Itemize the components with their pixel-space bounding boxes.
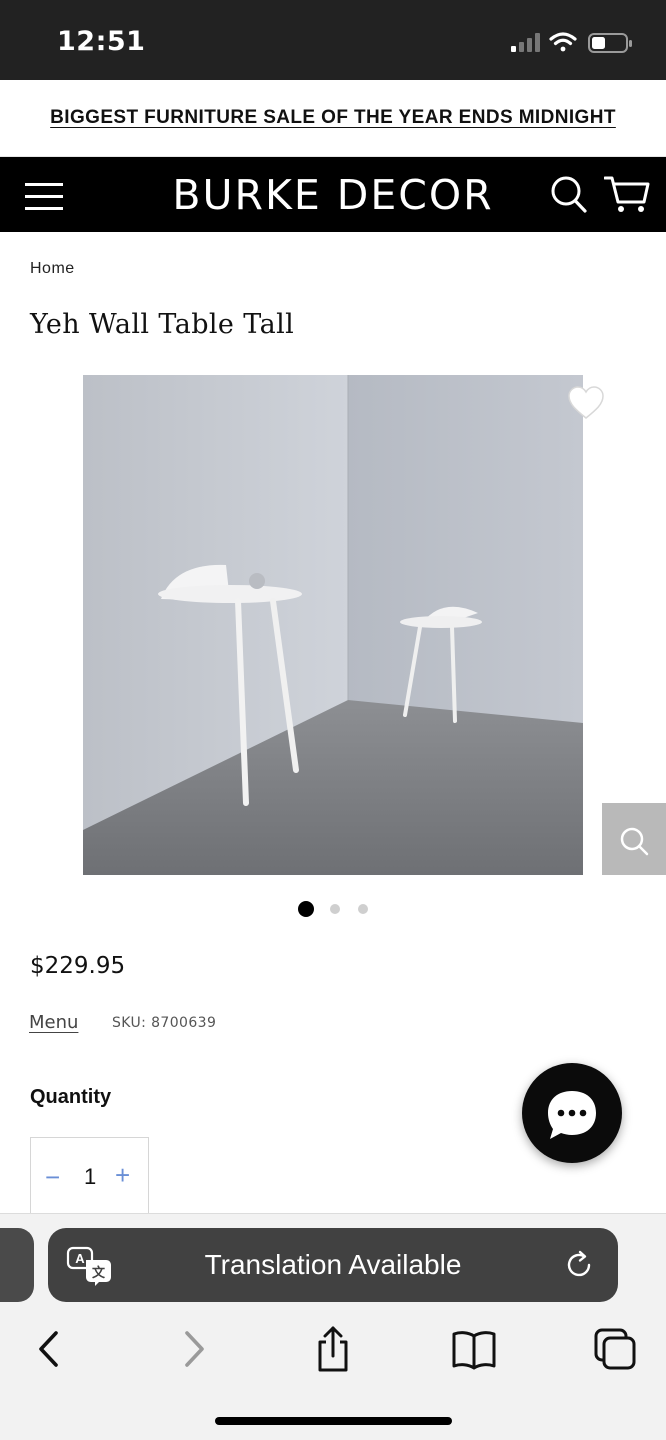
page: 12:51 BIGGEST FURNITURE SALE OF THE YEAR… xyxy=(0,0,666,1440)
heart-icon[interactable] xyxy=(566,384,606,422)
gallery-dot-2[interactable] xyxy=(330,904,340,914)
share-icon[interactable] xyxy=(309,1326,357,1372)
gallery-dot-3[interactable] xyxy=(358,904,368,914)
site-header: BURKE DECOR xyxy=(0,157,666,232)
chat-bubble-icon xyxy=(548,1091,596,1139)
home-indicator xyxy=(215,1417,452,1425)
back-icon[interactable] xyxy=(26,1326,74,1372)
zoom-icon xyxy=(620,827,649,856)
status-icons xyxy=(511,32,632,53)
product-price: $229.95 xyxy=(30,953,126,979)
cart-icon[interactable] xyxy=(604,174,650,214)
wifi-icon xyxy=(549,32,577,52)
reload-icon[interactable] xyxy=(564,1249,596,1281)
breadcrumb-home[interactable]: Home xyxy=(30,260,75,278)
status-time: 12:51 xyxy=(57,26,146,57)
menu-icon[interactable] xyxy=(25,183,63,211)
quantity-value[interactable]: 1 xyxy=(84,1164,96,1190)
quantity-stepper: − 1 + xyxy=(30,1137,149,1217)
product-image[interactable] xyxy=(83,375,583,875)
product-title: Yeh Wall Table Tall xyxy=(30,309,295,340)
gallery-dot-1[interactable] xyxy=(298,901,314,917)
battery-icon xyxy=(588,33,632,53)
promo-banner: BIGGEST FURNITURE SALE OF THE YEAR ENDS … xyxy=(0,80,666,157)
previous-tab-peek[interactable] xyxy=(0,1228,34,1302)
svg-text:A: A xyxy=(75,1251,85,1266)
promo-link[interactable]: BIGGEST FURNITURE SALE OF THE YEAR ENDS … xyxy=(50,107,616,129)
translation-text: Translation Available xyxy=(204,1249,462,1280)
translation-banner[interactable]: A 文 Translation Available xyxy=(48,1228,618,1302)
chat-button[interactable] xyxy=(522,1063,622,1163)
tabs-icon[interactable] xyxy=(592,1326,640,1372)
gallery-dots xyxy=(298,901,378,917)
quantity-decrease-button[interactable]: − xyxy=(45,1162,60,1192)
brand-link[interactable]: Menu xyxy=(29,1012,78,1033)
svg-text:文: 文 xyxy=(92,1265,106,1281)
signal-icon xyxy=(511,33,540,52)
forward-icon[interactable] xyxy=(170,1326,218,1372)
translate-icon: A 文 xyxy=(66,1246,111,1286)
search-icon[interactable] xyxy=(550,174,588,214)
quantity-increase-button[interactable]: + xyxy=(115,1160,130,1190)
status-bar: 12:51 xyxy=(0,0,666,80)
browser-toolbar: A 文 Translation Available xyxy=(0,1213,666,1440)
zoom-button[interactable] xyxy=(602,803,666,875)
product-sku: SKU: 8700639 xyxy=(112,1015,217,1031)
quantity-label: Quantity xyxy=(30,1086,112,1108)
bookmarks-icon[interactable] xyxy=(450,1326,498,1372)
